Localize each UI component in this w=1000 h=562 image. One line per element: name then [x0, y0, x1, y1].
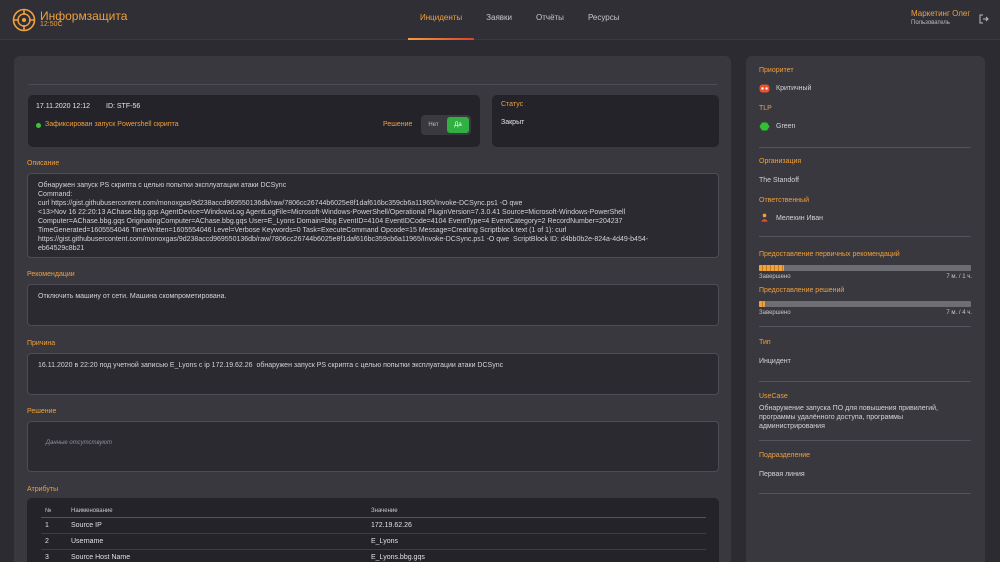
status-dot-icon	[36, 123, 41, 128]
attributes-table: № Наименование Значение 1 Source IP 172.…	[41, 506, 706, 562]
sidebar-divider	[759, 440, 971, 441]
rec-progress-fill	[759, 265, 785, 271]
rec-progress-status: Завершено	[759, 274, 791, 280]
rec-progress-label: Предоставление первичных рекомендаций	[759, 251, 900, 258]
cause-label: Причина	[27, 340, 56, 347]
recommendations-label: Рекомендации	[27, 271, 75, 278]
col-name[interactable]: Наименование	[71, 506, 371, 518]
toggle-yes-option[interactable]: Да	[447, 117, 469, 133]
sol-progress-status: Завершено	[759, 310, 791, 316]
cell-value: E_Lyons.bbg.gqs	[371, 549, 706, 562]
responsible-label: Ответственный	[759, 197, 809, 204]
table-row[interactable]: 2 Username E_Lyons	[41, 533, 706, 550]
nav-incidents[interactable]: Инциденты	[408, 0, 475, 40]
incident-id: ID: STF-56	[106, 103, 141, 110]
sidebar-divider	[759, 493, 971, 494]
toggle-no-option[interactable]: Нет	[421, 115, 446, 135]
decision-toggle[interactable]: Нет Да	[421, 115, 471, 135]
panel-divider	[28, 84, 717, 85]
nav-requests[interactable]: Заявки	[474, 0, 524, 40]
attributes-card: № Наименование Значение 1 Source IP 172.…	[27, 498, 719, 562]
responsible-value[interactable]: Мелехин Иван	[776, 214, 986, 223]
division-value: Первая линия	[759, 471, 805, 478]
division-label: Подразделение	[759, 452, 811, 459]
priority-label: Приоритет	[759, 67, 794, 74]
sol-progress-label: Предоставление решений	[759, 287, 845, 294]
cell-name: Source IP	[71, 517, 371, 534]
solution-field[interactable]: Данные отсутствуют	[27, 421, 719, 472]
cell-number: 3	[41, 549, 71, 562]
table-row[interactable]: 1 Source IP 172.19.62.26	[41, 517, 706, 534]
cell-number: 1	[41, 517, 71, 534]
attributes-label: Атрибуты	[27, 486, 59, 493]
rec-progress-bar	[759, 265, 971, 271]
rec-progress-time: 7 м. / 1 ч.	[946, 274, 972, 280]
col-number[interactable]: №	[41, 506, 71, 518]
status-value: Закрыт	[501, 119, 525, 126]
app-time: 12:50C	[40, 21, 63, 28]
usecase-label: UseCase	[759, 393, 788, 400]
user-name[interactable]: Маркетинг Олег	[911, 9, 970, 18]
cell-name: Source Host Name	[71, 549, 371, 562]
sidebar-divider	[759, 147, 971, 148]
status-title: Статус	[501, 101, 524, 108]
critical-priority-icon	[759, 84, 770, 93]
incident-sidebar: Приоритет Критичный TLP Green Организаци…	[746, 56, 985, 562]
description-label: Описание	[27, 160, 60, 167]
sol-progress-time: 7 м. / 4 ч.	[946, 310, 972, 316]
solution-placeholder: Данные отсутствуют	[45, 440, 112, 446]
col-value[interactable]: Значение	[371, 506, 706, 518]
cell-number: 2	[41, 533, 71, 550]
top-header: Информзащита 12:50C Инциденты Заявки Отч…	[0, 0, 1000, 40]
nav-reports[interactable]: Отчёты	[524, 0, 576, 40]
incident-summary: Зафиксирован запуск Powershell скрипта	[45, 121, 179, 128]
usecase-value: Обнаружение запуска ПО для повышения при…	[759, 405, 938, 430]
incident-panel: 17.11.2020 12:12 ID: STF-56 Зафиксирован…	[14, 56, 731, 562]
tlp-green-icon	[759, 122, 770, 131]
logo-icon[interactable]	[12, 8, 36, 32]
recommendations-text: Отключить машину от сети. Машина скомпро…	[27, 284, 719, 326]
organization-label: Организация	[759, 158, 802, 165]
sol-progress-fill	[759, 301, 766, 307]
user-avatar-icon	[761, 213, 768, 222]
logout-icon[interactable]	[979, 14, 989, 24]
main-nav: Инциденты Заявки Отчёты Ресурсы	[408, 0, 631, 40]
organization-value: The Standoff	[759, 177, 799, 184]
user-role: Пользователь	[911, 20, 950, 26]
table-header-row: № Наименование Значение	[41, 506, 706, 518]
tlp-value: Green	[776, 123, 796, 130]
sidebar-divider	[759, 326, 971, 327]
cell-value: 172.19.62.26	[371, 517, 706, 534]
incident-summary-card: 17.11.2020 12:12 ID: STF-56 Зафиксирован…	[28, 95, 480, 147]
tlp-label: TLP	[759, 105, 772, 112]
nav-resources[interactable]: Ресурсы	[576, 0, 632, 40]
cell-value: E_Lyons	[371, 533, 706, 550]
incident-date: 17.11.2020 12:12	[36, 103, 90, 110]
type-value: Инцидент	[759, 358, 791, 365]
sidebar-divider	[759, 381, 971, 382]
priority-value: Критичный	[776, 85, 812, 92]
cause-text: 16.11.2020 в 22:20 под учетной записью E…	[27, 353, 719, 395]
solution-label: Решение	[27, 408, 57, 415]
decision-label: Решение	[383, 121, 413, 128]
sidebar-divider	[759, 236, 971, 237]
sol-progress-bar	[759, 301, 971, 307]
cell-name: Username	[71, 533, 371, 550]
table-row[interactable]: 3 Source Host Name E_Lyons.bbg.gqs	[41, 549, 706, 562]
description-text: Обнаружен запуск PS скрипта с целью попы…	[27, 173, 719, 258]
type-label: Тип	[759, 339, 771, 346]
status-card: Статус Закрыт	[492, 95, 719, 147]
